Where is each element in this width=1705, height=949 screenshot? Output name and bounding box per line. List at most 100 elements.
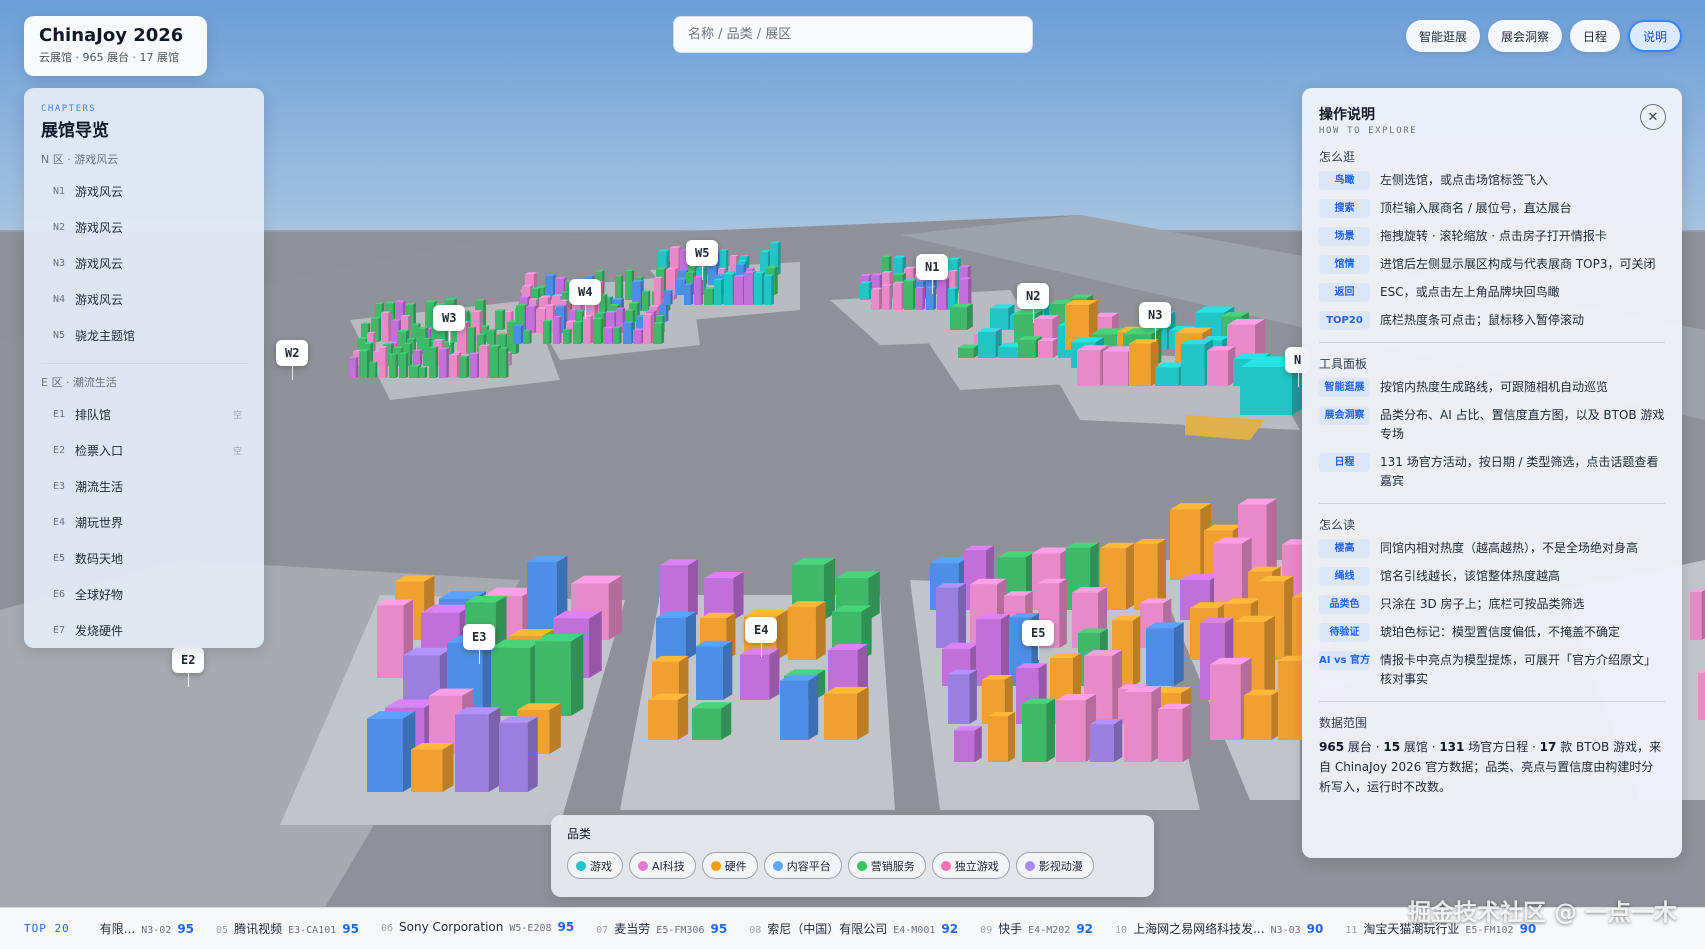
booth-building[interactable]	[467, 326, 477, 354]
booth-building[interactable]	[459, 355, 470, 378]
booth-building[interactable]	[523, 329, 532, 344]
booth-building[interactable]	[780, 674, 819, 740]
hall-label-e5[interactable]: E5	[1022, 620, 1055, 660]
booth-building[interactable]	[948, 669, 977, 724]
booth-building[interactable]	[882, 284, 893, 310]
category-chip[interactable]: 硬件	[701, 852, 758, 879]
booth-building[interactable]	[623, 321, 635, 344]
booth-building[interactable]	[1022, 698, 1056, 762]
booth-building[interactable]	[633, 328, 645, 344]
booth-building[interactable]	[413, 349, 423, 366]
help-button[interactable]: 说明	[1627, 20, 1682, 52]
booth-building[interactable]	[389, 353, 398, 378]
booth-building[interactable]	[429, 346, 439, 378]
booth-building[interactable]	[1698, 670, 1705, 720]
booth-building[interactable]	[1038, 337, 1058, 358]
booth-building[interactable]	[349, 356, 359, 378]
category-chip[interactable]: 内容平台	[763, 852, 842, 879]
booth-building[interactable]	[764, 274, 774, 305]
booth-building[interactable]	[954, 726, 982, 762]
booth-building[interactable]	[499, 347, 509, 378]
booth-building[interactable]	[648, 693, 689, 740]
booth-building[interactable]	[613, 326, 622, 344]
booth-building[interactable]	[399, 352, 409, 378]
booth-building[interactable]	[543, 319, 552, 344]
ticker-item[interactable]: 10 上海网之易网络科技发... N3-03 90	[1115, 920, 1323, 937]
booth-building[interactable]	[1690, 589, 1705, 640]
hall-label-n2[interactable]: N2	[1017, 283, 1050, 323]
chapter-item-n1[interactable]: N1 游戏风云	[41, 173, 248, 209]
booth-building[interactable]	[1207, 346, 1236, 386]
booth-building[interactable]	[479, 344, 491, 378]
hall-label-e3[interactable]: E3	[463, 624, 496, 664]
chapter-item-e2[interactable]: E2 检票入口 空	[41, 432, 248, 468]
booth-building[interactable]	[652, 655, 689, 700]
booth-building[interactable]	[664, 289, 673, 305]
booth-building[interactable]	[583, 315, 594, 344]
booth-building[interactable]	[1124, 686, 1161, 762]
booth-building[interactable]	[684, 283, 693, 305]
ticker-item[interactable]: 08 索尼（中国）有限公司 E4-M001 92	[749, 920, 958, 937]
chapter-item-n5[interactable]: N5 骁龙主题馆	[41, 317, 248, 353]
brand-block[interactable]: ChinaJoy 2026 云展馆 · 965 展台 · 17 展馆	[24, 16, 207, 76]
category-chip[interactable]: 影视动漫	[1015, 852, 1094, 879]
hall-label-n1[interactable]: N1	[916, 254, 949, 294]
booth-building[interactable]	[359, 349, 370, 378]
booth-building[interactable]	[754, 271, 765, 305]
booth-building[interactable]	[439, 347, 449, 378]
booth-building[interactable]	[788, 601, 826, 660]
chapter-item-e3[interactable]: E3 潮流生活	[41, 468, 248, 504]
chapter-item-e6[interactable]: E6 全球好物	[41, 576, 248, 612]
booth-building[interactable]	[411, 742, 454, 792]
chapter-item-e7[interactable]: E7 发烧硬件	[41, 612, 248, 648]
ticker-item[interactable]: 09 快手 E4-M202 92	[980, 920, 1093, 937]
ticker-item[interactable]: 06 Sony Corporation W5-E208 95	[381, 920, 574, 937]
booth-building[interactable]	[926, 286, 937, 310]
booth-building[interactable]	[724, 272, 736, 305]
booth-building[interactable]	[714, 278, 724, 305]
chapter-item-n2[interactable]: N2 游戏风云	[41, 209, 248, 245]
hall-label-w3[interactable]: W3	[433, 305, 466, 345]
booth-building[interactable]	[1146, 622, 1184, 686]
chapter-item-e5[interactable]: E5 数码天地	[41, 540, 248, 576]
booth-building[interactable]	[654, 276, 664, 305]
booth-building[interactable]	[860, 281, 873, 300]
booth-building[interactable]	[369, 361, 378, 378]
booth-building[interactable]	[643, 313, 654, 344]
booth-building[interactable]	[573, 320, 584, 344]
booth-building[interactable]	[553, 315, 562, 344]
booth-building[interactable]	[937, 277, 950, 310]
booth-building[interactable]	[653, 321, 665, 344]
hall-label-w2[interactable]: W2	[276, 340, 309, 380]
booth-building[interactable]	[740, 648, 780, 700]
booth-building[interactable]	[563, 328, 572, 344]
category-chip[interactable]: 营销服务	[847, 852, 926, 879]
booth-building[interactable]	[656, 611, 697, 660]
booth-building[interactable]	[495, 309, 506, 330]
booth-building[interactable]	[904, 279, 917, 310]
smart-tour-button[interactable]: 智能逛展	[1405, 20, 1480, 52]
insights-button[interactable]: 展会洞察	[1487, 20, 1562, 52]
chapter-item-n3[interactable]: N3 游戏风云	[41, 245, 248, 281]
booth-building[interactable]	[526, 304, 538, 333]
ticker-item[interactable]: 有限... N3-02 95	[94, 920, 194, 937]
booth-building[interactable]	[696, 640, 733, 700]
booth-building[interactable]	[642, 290, 651, 311]
ticker-item[interactable]: 05 腾讯视频 E3-CA101 95	[216, 920, 359, 937]
category-chip[interactable]: AI科技	[629, 852, 696, 879]
chapter-item-e1[interactable]: E1 排队馆 空	[41, 396, 248, 432]
booth-building[interactable]	[593, 317, 604, 344]
close-icon[interactable]: ✕	[1640, 104, 1666, 130]
booth-building[interactable]	[660, 559, 698, 620]
chapter-item-e4[interactable]: E4 潮玩世界	[41, 504, 248, 540]
hall-label-e4[interactable]: E4	[745, 617, 778, 657]
booth-building[interactable]	[694, 275, 704, 305]
hall-label-n3[interactable]: N3	[1139, 302, 1172, 342]
booth-building[interactable]	[950, 303, 973, 330]
hall-label-e2[interactable]: E2	[172, 647, 205, 687]
booth-building[interactable]	[1090, 719, 1123, 762]
booth-building[interactable]	[499, 716, 538, 792]
booth-building[interactable]	[1158, 703, 1192, 762]
category-chip[interactable]: 游戏	[567, 852, 623, 879]
booth-building[interactable]	[893, 281, 905, 310]
